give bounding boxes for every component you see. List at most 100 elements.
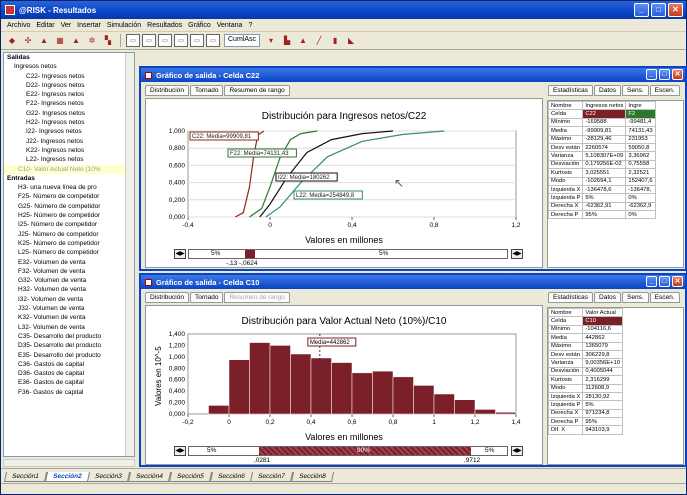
tree-item-output[interactable]: G22- Ingresos netos	[4, 109, 134, 118]
window-layout-icon[interactable]: ▭	[158, 34, 172, 47]
area-icon[interactable]: ▲	[296, 34, 310, 47]
tree-item-input[interactable]: I25- Número de competidor	[4, 220, 134, 229]
minimize-button[interactable]: _	[646, 69, 657, 80]
window-layout-icon[interactable]: ▭	[190, 34, 204, 47]
range-left-arrow[interactable]: ◀▶	[174, 446, 186, 456]
sheet-tab[interactable]: Sección7	[250, 472, 294, 482]
window-layout-icon[interactable]: ▭	[206, 34, 220, 47]
maximize-button[interactable]: □	[659, 69, 670, 80]
tree-item-input[interactable]: F32- Volumen de venta	[4, 267, 134, 276]
tornado-icon[interactable]: ▲	[69, 34, 83, 47]
maximize-button[interactable]: □	[651, 3, 666, 17]
menu-simulacion[interactable]: Simulación	[107, 22, 141, 29]
tree-item-output[interactable]: L22- Ingresos netos	[4, 155, 134, 164]
tab-escen[interactable]: Escen.	[649, 292, 680, 303]
histogram-icon[interactable]: ▙	[280, 34, 294, 47]
tree-item-output[interactable]: C22- Ingresos netos	[4, 72, 134, 81]
tree-item-input[interactable]: C35- Desarrollo del producto	[4, 332, 134, 341]
tree-item-output[interactable]: F22- Ingresos netos	[4, 99, 134, 108]
tree-item-input[interactable]: J25- Número de competidor	[4, 230, 134, 239]
tree-item-input[interactable]: D35- Desarrollo del producto	[4, 341, 134, 350]
minimize-button[interactable]: _	[634, 3, 649, 17]
tab-estadisticas[interactable]: Estadísticas	[548, 292, 594, 303]
menu-grafico[interactable]: Gráfico	[188, 22, 211, 29]
graph-icon[interactable]: ▚	[101, 34, 115, 47]
tree-item-input[interactable]: H25- Número de competidor	[4, 211, 134, 220]
sheet-tab[interactable]: Sección2	[44, 472, 90, 482]
range-bar[interactable]: 5% 5%	[188, 249, 508, 259]
range-bar[interactable]: 5% 90% 5%	[188, 446, 508, 456]
arrow-icon[interactable]: ◆	[5, 34, 19, 47]
graph-type-select[interactable]: CumlAsc	[224, 34, 261, 47]
tree-item-input[interactable]: K25- Número de competidor	[4, 239, 134, 248]
tree-item-input[interactable]: H3- una nueva línea de pro	[4, 183, 134, 192]
tab-sens[interactable]: Sens.	[622, 85, 649, 96]
tree-item-output[interactable]: D22- Ingresos netos	[4, 81, 134, 90]
tree-item-input[interactable]: E36- Gastos de capital	[4, 378, 134, 387]
tree-item-input[interactable]: K32- Volumen de venta	[4, 313, 134, 322]
tree-item-input[interactable]: G32- Volumen de venta	[4, 276, 134, 285]
window-layout-icon[interactable]: ▭	[142, 34, 156, 47]
range-right-arrow[interactable]: ◀▶	[511, 249, 523, 259]
define-icon[interactable]: ▲	[37, 34, 51, 47]
range-left-arrow[interactable]: ◀▶	[174, 249, 186, 259]
tree-outputs-group[interactable]: Ingresos netos	[4, 62, 134, 71]
line-icon[interactable]: ╱	[312, 34, 326, 47]
tree-item-input[interactable]: I32- Volumen de venta	[4, 295, 134, 304]
close-button[interactable]: ✕	[672, 276, 683, 287]
sheet-tab[interactable]: Sección4	[127, 472, 171, 482]
tree-item-input[interactable]: E35- Desarrollo del producto	[4, 351, 134, 360]
close-button[interactable]: ✕	[672, 69, 683, 80]
menu-resultados[interactable]: Resultados	[147, 22, 182, 29]
menu-insertar[interactable]: Insertar	[77, 22, 101, 29]
menu-ver[interactable]: Ver	[61, 22, 72, 29]
tab-sens[interactable]: Sens.	[622, 292, 649, 303]
window-layout-icon[interactable]: ▭	[174, 34, 188, 47]
menu-ventana[interactable]: Ventana	[217, 22, 243, 29]
tree-outputs-header[interactable]: Salidas	[4, 53, 134, 62]
tab-distribucion[interactable]: Distribución	[145, 292, 189, 303]
bar3d-icon[interactable]: ▮	[328, 34, 342, 47]
tree-item-output[interactable]: J22- Ingresos netos	[4, 137, 134, 146]
chart-icon[interactable]: ◣	[344, 34, 358, 47]
tab-distribucion[interactable]: Distribución	[145, 85, 189, 96]
tab-resumen[interactable]: Resumen de rango	[224, 85, 290, 96]
sheet-tab[interactable]: Sección5	[168, 472, 212, 482]
maximize-button[interactable]: □	[659, 276, 670, 287]
tree-item-input[interactable]: L32- Volumen de venta	[4, 323, 134, 332]
scatter-icon[interactable]: ✲	[85, 34, 99, 47]
tree-item-input[interactable]: L25- Número de competidor	[4, 248, 134, 257]
close-button[interactable]: ✕	[668, 3, 683, 17]
window-layout-icon[interactable]: ▭	[126, 34, 140, 47]
tab-tornado[interactable]: Tornado	[189, 292, 224, 303]
tree-item-output[interactable]: E22- Ingresos netos	[4, 90, 134, 99]
tab-estadisticas[interactable]: Estadísticas	[548, 85, 594, 96]
tree-item-output[interactable]: K22- Ingresos netos	[4, 146, 134, 155]
sheet-tab[interactable]: Sección3	[87, 472, 131, 482]
tree-item-input[interactable]: D36- Gastos de capital	[4, 369, 134, 378]
simulate-icon[interactable]: ✣	[21, 34, 35, 47]
tree-inputs-header[interactable]: Entradas	[4, 174, 134, 183]
tree-item-input[interactable]: F36- Gastos de capital	[4, 388, 134, 397]
tree-item-output[interactable]: H22- Ingresos netos	[4, 118, 134, 127]
tab-datos[interactable]: Datos	[594, 85, 622, 96]
tree-item-output[interactable]: I22- Ingresos netos	[4, 127, 134, 136]
sheet-tab[interactable]: Sección8	[290, 472, 334, 482]
dropdown-icon[interactable]: ▾	[264, 34, 278, 47]
tree-item-input[interactable]: G25- Número de competidor	[4, 202, 134, 211]
table-icon[interactable]: ▦	[53, 34, 67, 47]
menu-archivo[interactable]: Archivo	[7, 22, 30, 29]
sheet-tab[interactable]: Sección6	[209, 472, 253, 482]
range-right-arrow[interactable]: ◀▶	[511, 446, 523, 456]
tab-tornado[interactable]: Tornado	[189, 85, 224, 96]
tree-item-input[interactable]: C36- Gastos de capital	[4, 360, 134, 369]
tree-item-input[interactable]: F25- Número de competidor	[4, 192, 134, 201]
tree-item-input[interactable]: H32- Volumen de venta	[4, 285, 134, 294]
minimize-button[interactable]: _	[646, 276, 657, 287]
tab-escen[interactable]: Escen.	[649, 85, 680, 96]
tree-hscrollbar[interactable]	[3, 459, 135, 467]
sheet-tab[interactable]: Sección1	[3, 472, 47, 482]
tree-item-input[interactable]: E32- Volumen de venta	[4, 258, 134, 267]
menu-help[interactable]: ?	[248, 22, 252, 29]
tree-item-input[interactable]: J32- Volumen de venta	[4, 304, 134, 313]
